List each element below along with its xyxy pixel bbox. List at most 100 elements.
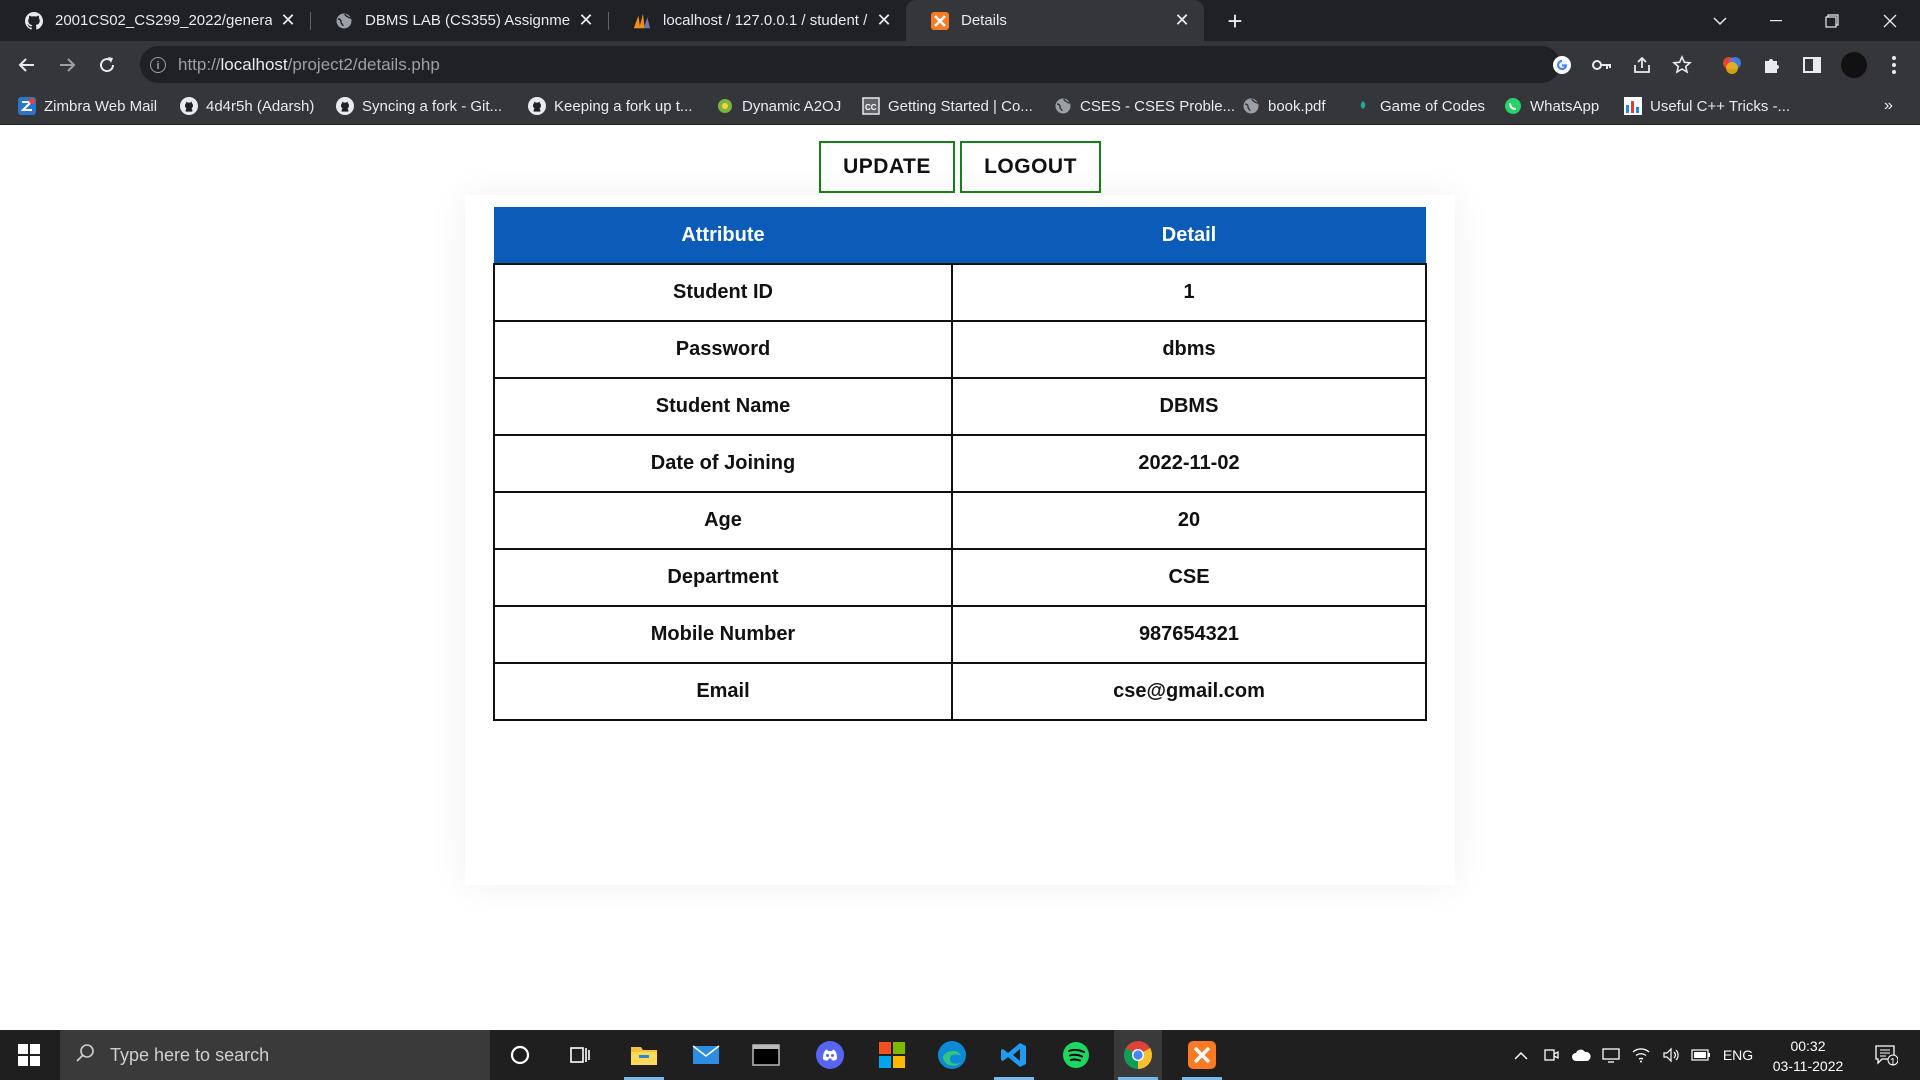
show-hidden-icons-icon[interactable] [1508, 1030, 1534, 1080]
edge-app[interactable] [928, 1030, 976, 1080]
windows-taskbar: Type here to search ENG 00:32 03-11-2022… [0, 1030, 1920, 1080]
tab-search-icon[interactable] [1692, 0, 1748, 41]
taskbar-clock[interactable]: 00:32 03-11-2022 [1758, 1036, 1858, 1076]
close-icon[interactable]: ✕ [874, 10, 894, 31]
tab-phpmyadmin[interactable]: localhost / 127.0.0.1 / student / s ✕ [608, 0, 906, 41]
github-icon [180, 97, 198, 115]
wifi-icon[interactable] [1628, 1030, 1654, 1080]
menu-kebab-icon[interactable] [1880, 51, 1908, 79]
bookmark-syncing-fork[interactable]: Syncing a fork - Git... [336, 88, 502, 124]
restore-button[interactable] [1804, 0, 1860, 41]
zimbra-icon [18, 97, 36, 115]
detail-cell: cse@gmail.com [951, 662, 1427, 721]
mail-icon [692, 1045, 720, 1064]
bookmark-book-pdf[interactable]: book.pdf [1242, 88, 1326, 124]
tab-dbms-lab[interactable]: DBMS LAB (CS355) Assignment 1 ✕ [310, 0, 608, 41]
globe-icon [1054, 97, 1072, 115]
puzzle-extensions-icon[interactable] [1758, 51, 1786, 79]
mail-app[interactable] [682, 1030, 730, 1080]
detail-cell: 20 [951, 491, 1427, 550]
table-row: Student Name DBMS [493, 377, 1427, 436]
chart-icon [1624, 97, 1642, 115]
vscode-app[interactable] [990, 1030, 1038, 1080]
logout-button[interactable]: LOGOUT [960, 141, 1101, 193]
onedrive-cloud-icon[interactable] [1568, 1030, 1594, 1080]
forward-button[interactable] [52, 50, 82, 80]
chrome-app[interactable] [1114, 1030, 1162, 1080]
bookmark-cpp-tricks[interactable]: Useful C++ Tricks -... [1624, 88, 1790, 124]
spotify-app[interactable] [1052, 1030, 1100, 1080]
info-icon[interactable]: i [150, 56, 166, 73]
xampp-icon [1188, 1041, 1216, 1069]
discord-icon [816, 1041, 844, 1069]
address-bar[interactable]: i http://localhost/project2/details.php [140, 46, 1560, 83]
close-icon[interactable]: ✕ [1172, 10, 1192, 31]
file-explorer-app[interactable] [620, 1030, 668, 1080]
bookmark-github-adarsh[interactable]: 4d4r5h (Adarsh) [180, 88, 314, 124]
bookmark-zimbra[interactable]: Zimbra Web Mail [18, 88, 157, 124]
xampp-icon [931, 11, 949, 30]
close-icon[interactable]: ✕ [576, 10, 596, 31]
tab-title: DBMS LAB (CS355) Assignment 1 [365, 12, 570, 29]
table-row: Email cse@gmail.com [493, 662, 1427, 721]
reload-icon [100, 57, 115, 73]
language-indicator[interactable]: ENG [1720, 1030, 1756, 1080]
discord-app[interactable] [806, 1030, 854, 1080]
table-row: Password dbms [493, 320, 1427, 379]
bookmark-label: Dynamic A2OJ [742, 97, 842, 115]
bookmark-label: Syncing a fork - Git... [362, 97, 503, 115]
bookmark-game-of-codes[interactable]: Game of Codes [1354, 88, 1485, 124]
task-view-button[interactable] [556, 1030, 604, 1080]
network-display-icon[interactable] [1598, 1030, 1624, 1080]
profile-avatar[interactable] [1840, 51, 1868, 79]
globe-icon [335, 12, 353, 30]
bookmark-a2oj[interactable]: Dynamic A2OJ [716, 88, 841, 124]
tab-github[interactable]: 2001CS02_CS299_2022/generate ✕ [0, 0, 310, 41]
detail-cell: dbms [951, 320, 1427, 379]
update-button[interactable]: UPDATE [819, 141, 955, 193]
google-icon[interactable] [1548, 51, 1576, 79]
vscode-icon [1001, 1043, 1026, 1067]
bookmark-getting-started[interactable]: CC Getting Started | Co... [862, 88, 1033, 124]
detail-cell: DBMS [951, 377, 1427, 436]
xampp-app[interactable] [1178, 1030, 1226, 1080]
browser-toolbar: i http://localhost/project2/details.php [0, 41, 1920, 88]
notification-center-button[interactable]: 1 [1866, 1030, 1906, 1080]
side-panel-icon[interactable] [1798, 51, 1826, 79]
share-icon[interactable] [1628, 51, 1656, 79]
reload-button[interactable] [92, 50, 122, 80]
close-window-button[interactable] [1862, 0, 1918, 41]
bookmarks-overflow-button[interactable]: » [1884, 88, 1893, 124]
cortana-button[interactable] [496, 1030, 544, 1080]
bookmark-keeping-fork[interactable]: Keeping a fork up t... [528, 88, 692, 124]
close-icon[interactable]: ✕ [278, 10, 298, 31]
new-tab-button[interactable]: + [1220, 6, 1250, 36]
globe-icon [1242, 97, 1260, 115]
meet-now-icon[interactable] [1538, 1030, 1564, 1080]
terminal-app[interactable] [742, 1030, 790, 1080]
key-icon[interactable] [1588, 51, 1616, 79]
start-button[interactable] [0, 1030, 58, 1080]
bookmark-star-icon[interactable] [1668, 51, 1696, 79]
table-row: Student ID 1 [493, 263, 1427, 322]
taskbar-search-input[interactable]: Type here to search [60, 1030, 490, 1080]
page-content: UPDATE LOGOUT Attribute Detail Student I… [0, 125, 1920, 1030]
bookmark-cses[interactable]: CSES - CSES Proble... [1054, 88, 1235, 124]
bookmark-label: Getting Started | Co... [888, 97, 1033, 115]
bookmark-whatsapp[interactable]: WhatsApp [1504, 88, 1599, 124]
tab-title: Details [961, 12, 1007, 29]
column-header-detail: Detail [952, 207, 1426, 264]
volume-icon[interactable] [1658, 1030, 1684, 1080]
attribute-cell: Password [493, 320, 953, 379]
colored-grid-icon [879, 1042, 905, 1068]
extension-color-icon[interactable] [1718, 51, 1746, 79]
office-app[interactable] [868, 1030, 916, 1080]
detail-cell: 1 [951, 263, 1427, 322]
clock-date: 03-11-2022 [1772, 1058, 1844, 1074]
back-button[interactable] [12, 50, 42, 80]
battery-icon[interactable] [1688, 1030, 1714, 1080]
folder-icon [631, 1047, 657, 1065]
minimize-button[interactable] [1748, 0, 1804, 41]
terminal-icon [752, 1044, 780, 1066]
tab-details[interactable]: Details ✕ [906, 0, 1204, 41]
